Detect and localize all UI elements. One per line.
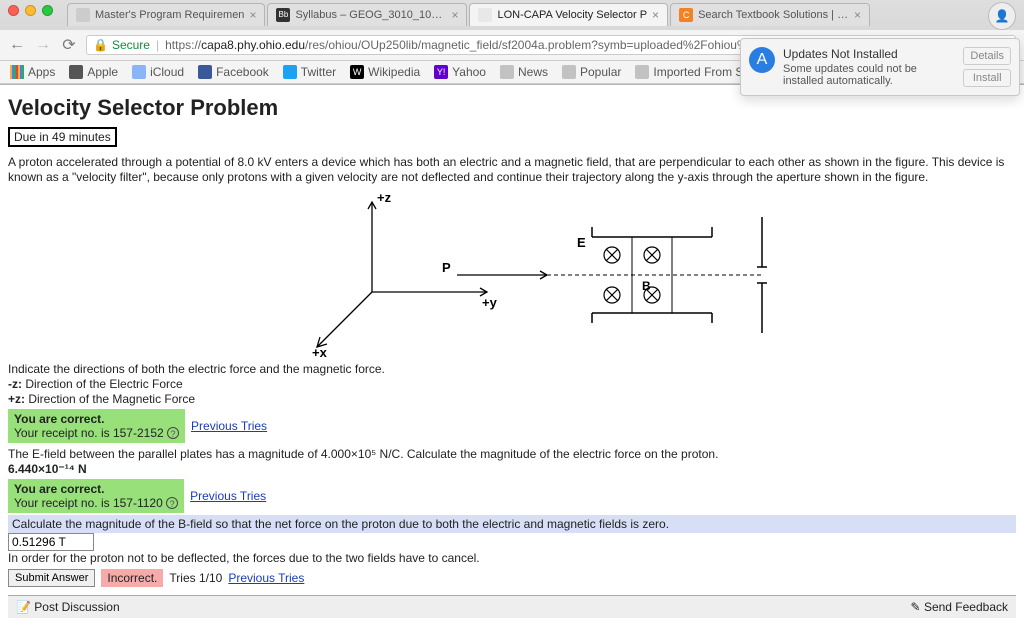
axis-z-label: +z <box>377 190 392 205</box>
bookmark-label: Facebook <box>216 65 269 79</box>
bookmark-news[interactable]: News <box>500 65 548 79</box>
bookmark-label: Wikipedia <box>368 65 420 79</box>
secure-indicator: 🔒 Secure <box>93 38 150 52</box>
bookmark-icloud[interactable]: iCloud <box>132 65 184 79</box>
bookmark-wikipedia[interactable]: W Wikipedia <box>350 65 420 79</box>
close-tab-icon[interactable]: × <box>249 8 256 22</box>
folder-icon <box>635 65 649 79</box>
notif-body: Some updates could not be installed auto… <box>783 63 955 87</box>
info-icon[interactable]: ? <box>167 427 179 439</box>
page-title: Velocity Selector Problem <box>8 95 1016 121</box>
proton-label: P <box>442 260 451 275</box>
tab-masters[interactable]: Master's Program Requiremen × <box>67 3 265 26</box>
minimize-window-icon[interactable] <box>25 5 36 16</box>
receipt-text: Your receipt no. is 157-1120 ? <box>14 496 178 510</box>
tab-label: Master's Program Requiremen <box>95 9 244 21</box>
bookmark-label: News <box>518 65 548 79</box>
maximize-window-icon[interactable] <box>42 5 53 16</box>
notif-details-button[interactable]: Details <box>963 47 1011 65</box>
problem-page: Velocity Selector Problem Due in 49 minu… <box>0 85 1024 626</box>
notif-title: Updates Not Installed <box>783 47 955 61</box>
yahoo-icon: Y! <box>434 65 448 79</box>
bookmark-twitter[interactable]: Twitter <box>283 65 336 79</box>
close-tab-icon[interactable]: × <box>854 8 861 22</box>
correct-header: You are correct. <box>14 482 178 496</box>
q3-incorrect-feedback: Incorrect. <box>101 569 163 587</box>
apple-icon <box>69 65 83 79</box>
bookmark-yahoo[interactable]: Y! Yahoo <box>434 65 486 79</box>
favicon-icon: C <box>679 8 693 22</box>
q2-prompt: The E-field between the parallel plates … <box>8 447 1016 462</box>
info-icon[interactable]: ? <box>166 497 178 509</box>
bookmark-apple[interactable]: Apple <box>69 65 118 79</box>
bookmark-popular[interactable]: Popular <box>562 65 621 79</box>
q3-tries: Tries 1/10 <box>169 571 222 585</box>
q1-correct-feedback: You are correct. Your receipt no. is 157… <box>8 409 185 443</box>
bookmark-label: Yahoo <box>452 65 486 79</box>
secure-label: Secure <box>112 38 150 52</box>
apps-icon <box>10 65 24 79</box>
close-tab-icon[interactable]: × <box>451 8 458 22</box>
browser-chrome: Master's Program Requiremen × Bb Syllabus … <box>0 0 1024 85</box>
tab-label: Syllabus – GEOG_3010_100_LE <box>295 9 446 21</box>
due-timer: Due in 49 minutes <box>8 127 117 147</box>
correct-header: You are correct. <box>14 412 179 426</box>
q3-previous-tries-link[interactable]: Previous Tries <box>228 571 304 585</box>
close-window-icon[interactable] <box>8 5 19 16</box>
submit-answer-button[interactable]: Submit Answer <box>8 569 95 587</box>
bookmark-label: Apps <box>28 65 55 79</box>
favicon-icon: Bb <box>276 8 290 22</box>
tab-loncapa[interactable]: LON-CAPA Velocity Selector P × <box>469 3 668 26</box>
q3-prompt: Calculate the magnitude of the B-field s… <box>8 515 1016 533</box>
bookmark-label: iCloud <box>150 65 184 79</box>
problem-intro: A proton accelerated through a potential… <box>8 155 1016 185</box>
axis-y-label: +y <box>482 295 498 310</box>
facebook-icon <box>198 65 212 79</box>
q1-prompt: Indicate the directions of both the elec… <box>8 362 1016 377</box>
back-button[interactable]: ← <box>8 36 26 54</box>
lock-icon: 🔒 <box>93 38 108 52</box>
tab-chegg[interactable]: C Search Textbook Solutions | Ch × <box>670 3 870 26</box>
q1-line1: -z: Direction of the Electric Force <box>8 377 1016 392</box>
tab-label: Search Textbook Solutions | Ch <box>698 9 849 21</box>
url-text: https://capa8.phy.ohio.edu/res/ohiou/OUp… <box>165 38 775 52</box>
forward-button[interactable]: → <box>34 36 52 54</box>
bookmark-facebook[interactable]: Facebook <box>198 65 269 79</box>
axis-x-label: +x <box>312 345 328 357</box>
bookmark-label: Popular <box>580 65 621 79</box>
wikipedia-icon: W <box>350 65 364 79</box>
q3-answer-input[interactable] <box>8 533 94 551</box>
reload-button[interactable]: ⟳ <box>60 35 78 55</box>
send-feedback-link[interactable]: ✎ Send Feedback <box>911 600 1008 614</box>
page-footer: 📝 Post Discussion ✎ Send Feedback <box>8 595 1016 618</box>
efield-label: E <box>577 235 586 250</box>
q2-correct-feedback: You are correct. Your receipt no. is 157… <box>8 479 184 513</box>
twitter-icon <box>283 65 297 79</box>
folder-icon <box>562 65 576 79</box>
close-tab-icon[interactable]: × <box>652 8 659 22</box>
q2-answer: 6.440×10⁻¹⁴ N <box>8 462 1016 477</box>
tab-bar: Master's Program Requiremen × Bb Syllabus … <box>61 0 988 26</box>
bookmark-label: Apple <box>87 65 118 79</box>
q1-line2: +z: Direction of the Magnetic Force <box>8 392 1016 407</box>
tab-label: LON-CAPA Velocity Selector P <box>497 9 647 21</box>
q1-previous-tries-link[interactable]: Previous Tries <box>191 419 267 433</box>
tab-syllabus[interactable]: Bb Syllabus – GEOG_3010_100_LE × <box>267 3 467 26</box>
bfield-label: B <box>642 279 651 293</box>
window-controls <box>0 0 61 14</box>
user-avatar-icon[interactable]: 👤 <box>988 2 1016 30</box>
receipt-text: Your receipt no. is 157-2152 ? <box>14 426 179 440</box>
favicon-icon <box>478 8 492 22</box>
appstore-icon: A <box>749 47 775 73</box>
bookmark-label: Twitter <box>301 65 336 79</box>
q2-previous-tries-link[interactable]: Previous Tries <box>190 489 266 503</box>
physics-diagram: +z +y +x P E <box>8 187 1016 360</box>
apps-button[interactable]: Apps <box>10 65 55 79</box>
folder-icon <box>500 65 514 79</box>
post-discussion-link[interactable]: 📝 Post Discussion <box>16 600 120 614</box>
favicon-icon <box>76 8 90 22</box>
q3-hint: In order for the proton not to be deflec… <box>8 551 1016 566</box>
cloud-icon <box>132 65 146 79</box>
